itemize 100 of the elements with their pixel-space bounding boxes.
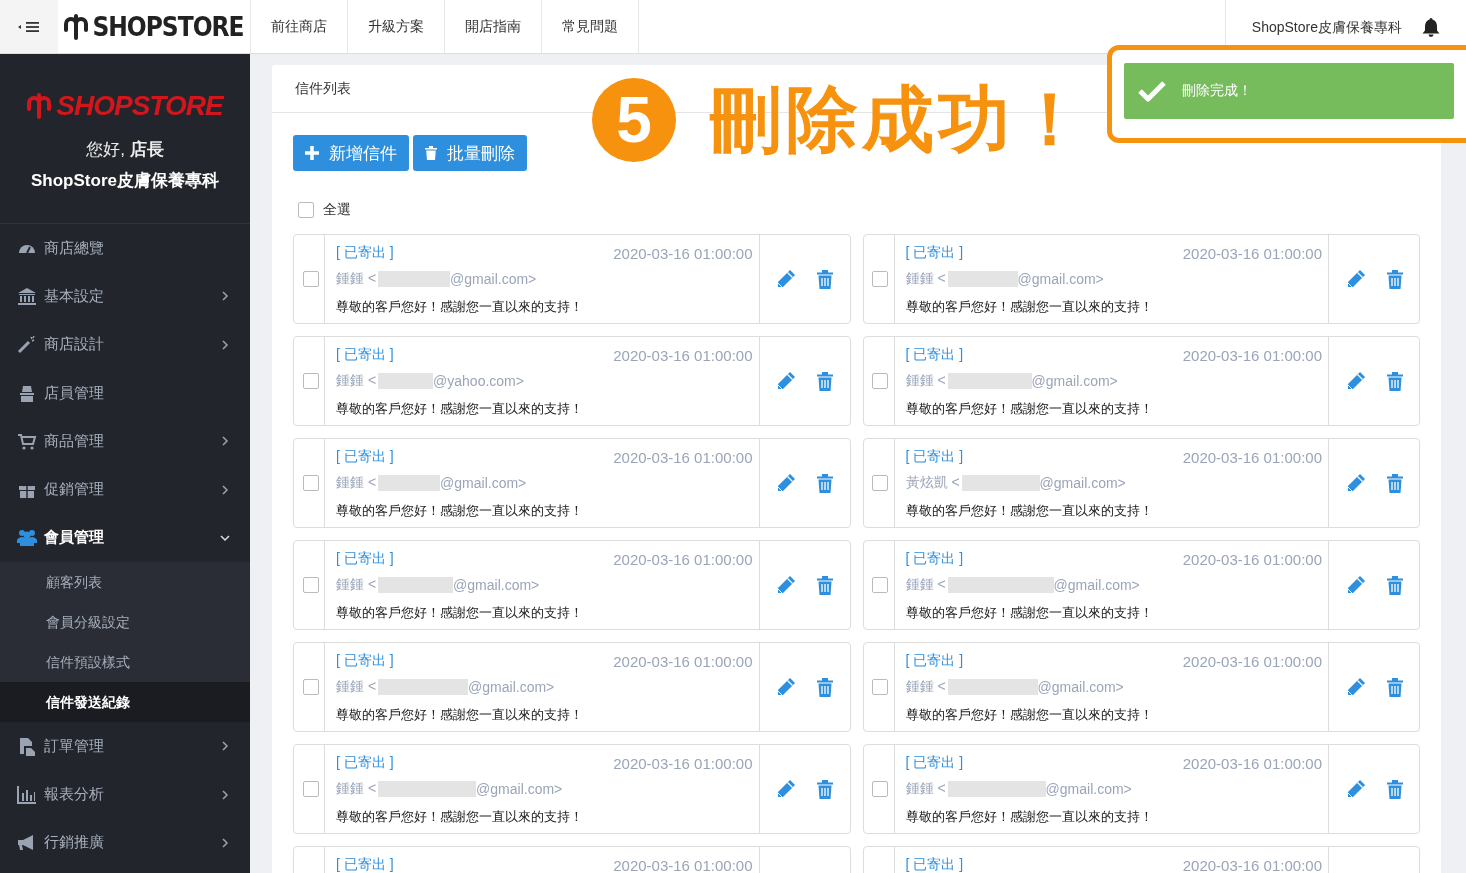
edit-button[interactable] <box>1345 779 1366 799</box>
redacted-bar <box>378 475 441 491</box>
sidebar-toggle[interactable] <box>0 0 58 53</box>
nav-link[interactable]: 前往商店 <box>250 0 347 53</box>
trash-icon <box>1386 269 1403 289</box>
delete-button[interactable] <box>1386 473 1403 493</box>
pencil-icon <box>1345 677 1366 697</box>
message-text: 尊敬的客戶您好！感謝您一直以來的支持！ <box>905 808 1154 826</box>
status-text: [ 已寄出 ] <box>336 754 394 772</box>
pencil-icon <box>776 473 796 493</box>
delete-button[interactable] <box>817 269 833 289</box>
letter-checkbox[interactable] <box>302 781 319 797</box>
edit-button[interactable] <box>776 269 796 289</box>
edit-button[interactable] <box>776 677 796 697</box>
message-text: 尊敬的客戶您好！感謝您一直以來的支持！ <box>905 298 1154 316</box>
wand-icon <box>17 335 37 355</box>
document-icon <box>17 736 37 756</box>
message-text: 尊敬的客戶您好！感謝您一直以來的支持！ <box>905 604 1154 622</box>
submenu-item[interactable]: 信件發送紀錄 <box>0 682 250 723</box>
nav-link[interactable]: 常見問題 <box>541 0 639 53</box>
status-text: [ 已寄出 ] <box>905 346 964 364</box>
letter-checkbox[interactable] <box>872 373 888 389</box>
delete-button[interactable] <box>817 473 833 493</box>
status-text: [ 已寄出 ] <box>905 448 964 466</box>
menu-icon <box>18 20 40 33</box>
submenu-item[interactable]: 顧客列表 <box>0 562 250 603</box>
edit-button[interactable] <box>1345 371 1366 391</box>
submenu-item[interactable]: 信件預設樣式 <box>0 642 250 683</box>
delete-button[interactable] <box>1386 269 1403 289</box>
message-text: 尊敬的客戶您好！感謝您一直以來的支持！ <box>905 502 1154 520</box>
person-icon <box>17 383 37 403</box>
sender-name: 鍾鍾 < <box>905 780 946 798</box>
sidebar-item[interactable]: 報表分析 <box>0 770 250 819</box>
pencil-icon <box>776 575 796 595</box>
letter-checkbox[interactable] <box>302 577 319 593</box>
sender-name: 鍾鍾 < <box>905 678 946 696</box>
date-text: 2020-03-16 01:00:00 <box>613 244 753 262</box>
trash-icon <box>1386 473 1403 493</box>
sender-name: 黃炫凱 < <box>905 474 960 492</box>
letter-checkbox[interactable] <box>302 271 319 287</box>
sidebar-item[interactable]: 基本設定 <box>0 272 250 321</box>
trash-icon <box>1386 677 1403 697</box>
redacted-bar <box>947 271 1018 287</box>
pencil-icon <box>1345 779 1366 799</box>
sidebar-item[interactable]: 會員管理 <box>0 513 250 563</box>
letter-checkbox[interactable] <box>872 475 888 491</box>
sidebar-item[interactable]: 店員管理 <box>0 368 250 418</box>
pencil-icon <box>776 269 796 289</box>
sidebar-item[interactable]: 行銷推廣 <box>0 818 250 867</box>
sidebar-item[interactable]: 商店設計 <box>0 320 250 369</box>
letter-checkbox[interactable] <box>302 679 319 695</box>
edit-button[interactable] <box>776 575 796 595</box>
delete-button[interactable] <box>817 371 833 391</box>
date-text: 2020-03-16 01:00:00 <box>1182 550 1322 568</box>
nav-link[interactable]: 開店指南 <box>444 0 541 53</box>
status-text: [ 已寄出 ] <box>905 652 964 670</box>
edit-button[interactable] <box>776 779 796 799</box>
delete-button[interactable] <box>1386 575 1403 595</box>
logo-mark-icon <box>64 11 91 42</box>
edit-button[interactable] <box>1345 473 1366 493</box>
delete-button[interactable] <box>1386 779 1403 799</box>
letter-checkbox[interactable] <box>302 475 319 491</box>
edit-button[interactable] <box>776 473 796 493</box>
trash-icon <box>817 473 833 493</box>
edit-button[interactable] <box>776 371 796 391</box>
letter-checkbox[interactable] <box>872 679 888 695</box>
letter-checkbox[interactable] <box>872 271 888 287</box>
edit-button[interactable] <box>1345 677 1366 697</box>
status-text: [ 已寄出 ] <box>905 754 964 772</box>
date-text: 2020-03-16 01:00:00 <box>613 550 753 568</box>
sidebar-item[interactable]: 訂單管理 <box>0 722 250 771</box>
date-text: 2020-03-16 01:00:00 <box>1182 754 1322 772</box>
pencil-icon <box>1345 473 1366 493</box>
select-all-checkbox[interactable] <box>298 202 314 218</box>
email-domain: @gmail.com> <box>1037 679 1124 695</box>
delete-button[interactable] <box>817 677 833 697</box>
date-text: 2020-03-16 01:00:00 <box>1182 244 1322 262</box>
delete-button[interactable] <box>817 779 833 799</box>
edit-button[interactable] <box>1345 269 1366 289</box>
letter-checkbox[interactable] <box>872 781 888 797</box>
date-text: 2020-03-16 01:00:00 <box>1182 346 1322 364</box>
letter-checkbox[interactable] <box>302 373 319 389</box>
submenu-item[interactable]: 會員分級設定 <box>0 602 250 643</box>
message-text: 尊敬的客戶您好！感謝您一直以來的支持！ <box>905 706 1154 724</box>
letter-checkbox[interactable] <box>872 577 888 593</box>
sidebar-item[interactable]: 促銷管理 <box>0 465 250 514</box>
delete-button[interactable] <box>1386 677 1403 697</box>
sender-name: 鍾鍾 < <box>336 270 377 288</box>
nav-link[interactable]: 升級方案 <box>347 0 444 53</box>
email-domain: @gmail.com> <box>453 577 540 593</box>
pencil-icon <box>1345 575 1366 595</box>
users-icon <box>17 528 37 548</box>
date-text: 2020-03-16 01:00:00 <box>613 346 753 364</box>
status-text: [ 已寄出 ] <box>905 856 964 873</box>
edit-button[interactable] <box>1345 575 1366 595</box>
sidebar-item[interactable]: 商品管理 <box>0 417 250 466</box>
delete-button[interactable] <box>1386 371 1403 391</box>
sidebar-item[interactable]: 商店總覽 <box>0 224 250 273</box>
delete-button[interactable] <box>817 575 833 595</box>
pencil-icon <box>1345 269 1366 289</box>
